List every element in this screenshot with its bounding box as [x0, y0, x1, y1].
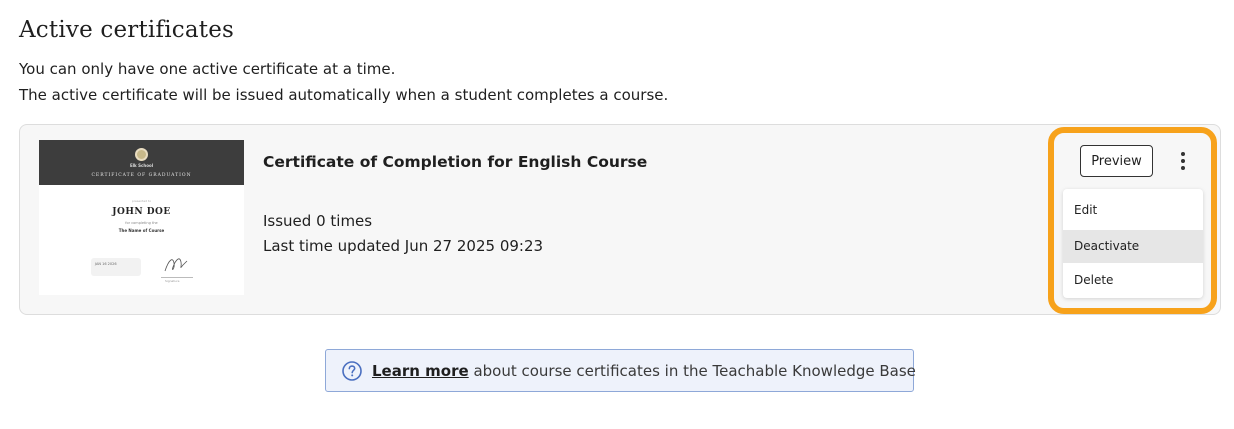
thumbnail-for-completing: for completing the [125, 221, 158, 225]
kebab-dot [1181, 166, 1185, 170]
description-line-2: The active certificate will be issued au… [19, 86, 669, 104]
knowledge-base-banner: Learn more about course certificates in … [325, 349, 916, 392]
actions-dropdown-menu: Edit Deactivate Delete [1063, 189, 1203, 298]
page-title: Active certificates [19, 17, 235, 43]
menu-item-delete[interactable]: Delete [1063, 264, 1203, 297]
certificate-last-updated: Last time updated Jun 27 2025 09:23 [263, 237, 544, 255]
thumbnail-recipient-name: JOHN DOE [112, 207, 171, 217]
certificate-title: Certificate of Completion for English Co… [263, 153, 648, 171]
knowledge-base-text: Learn more about course certificates in … [372, 362, 916, 380]
thumbnail-school-name: Elk School [129, 163, 154, 168]
kebab-dot [1181, 159, 1185, 163]
signature-icon [164, 258, 188, 272]
kebab-dot [1181, 152, 1185, 156]
knowledge-base-description: about course certificates in the Teachab… [468, 362, 916, 380]
school-logo-icon [135, 148, 148, 161]
menu-item-edit[interactable]: Edit [1063, 194, 1203, 227]
certificate-card: Elk School CERTIFICATE OF GRADUATION pre… [19, 124, 1221, 315]
thumbnail-signature-name: Signature [165, 279, 180, 283]
thumbnail-presented-to: presented to [131, 199, 152, 203]
thumbnail-header: Elk School CERTIFICATE OF GRADUATION [39, 140, 244, 185]
preview-button[interactable]: Preview [1080, 145, 1153, 177]
description-line-1: You can only have one active certificate… [19, 60, 396, 78]
menu-item-deactivate[interactable]: Deactivate [1063, 230, 1203, 263]
thumbnail-date-box: JAN 16 2026 [91, 258, 141, 276]
help-circle-icon [342, 361, 362, 381]
certificate-issued-count: Issued 0 times [263, 212, 373, 230]
certificate-thumbnail[interactable]: Elk School CERTIFICATE OF GRADUATION pre… [39, 140, 244, 295]
signature-line [161, 277, 193, 278]
thumbnail-certificate-header: CERTIFICATE OF GRADUATION [91, 173, 192, 178]
thumbnail-course-name: The Name of Course [118, 228, 165, 233]
more-options-icon[interactable] [1172, 149, 1194, 173]
thumbnail-date: JAN 16 2026 [95, 262, 117, 266]
learn-more-link[interactable]: Learn more [372, 362, 469, 380]
